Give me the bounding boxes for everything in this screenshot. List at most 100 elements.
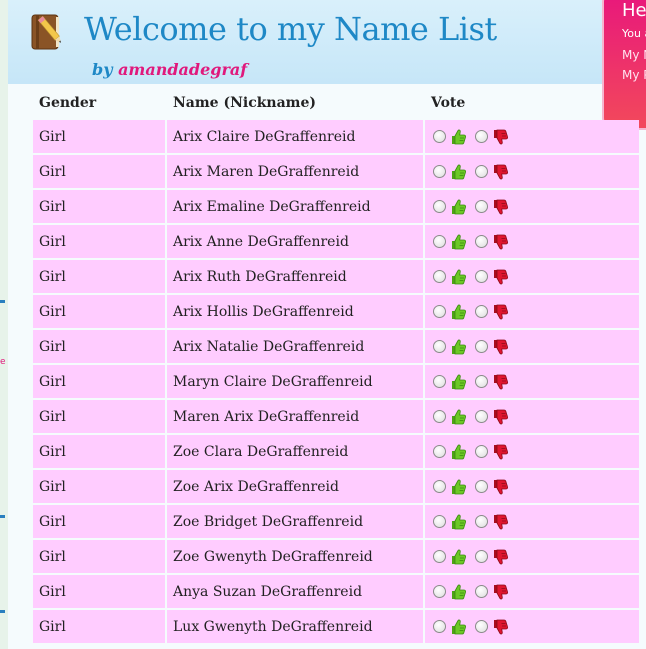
vote-up-radio[interactable] (433, 305, 446, 318)
thumbs-up-icon (449, 548, 467, 566)
thumbs-down-icon (491, 303, 509, 321)
table-row: Girl Arix Hollis DeGraffenreid (33, 295, 639, 328)
byline-prefix: by (92, 60, 113, 79)
thumbs-down-icon (491, 478, 509, 496)
table-row: Girl Arix Claire DeGraffenreid (33, 120, 639, 153)
thumbs-up-icon (449, 163, 467, 181)
vote-up-radio[interactable] (433, 130, 446, 143)
left-edge-mark (0, 515, 5, 518)
vote-down-radio[interactable] (475, 480, 488, 493)
vote-cell (425, 575, 639, 608)
thumbs-up-icon (449, 233, 467, 251)
thumbs-up-icon (449, 338, 467, 356)
vote-down-radio[interactable] (475, 305, 488, 318)
vote-up-radio[interactable] (433, 340, 446, 353)
vote-up-radio[interactable] (433, 165, 446, 178)
vote-up-radio[interactable] (433, 410, 446, 423)
gender-cell: Girl (33, 610, 165, 643)
gender-cell: Girl (33, 470, 165, 503)
name-list-table: Gender Name (Nickname) Vote Girl Arix Cla… (31, 86, 641, 645)
vote-down-radio[interactable] (475, 515, 488, 528)
vote-down-radio[interactable] (475, 130, 488, 143)
gender-cell: Girl (33, 365, 165, 398)
name-cell: Arix Emaline DeGraffenreid (167, 190, 423, 223)
column-header-name: Name (Nickname) (173, 95, 317, 111)
gender-cell: Girl (33, 330, 165, 363)
gender-cell: Girl (33, 400, 165, 433)
vote-cell (425, 505, 639, 538)
vote-cell (425, 190, 639, 223)
thumbs-up-icon (449, 443, 467, 461)
table-row: Girl Zoe Arix DeGraffenreid (33, 470, 639, 503)
vote-down-radio[interactable] (475, 585, 488, 598)
vote-up-radio[interactable] (433, 480, 446, 493)
gender-cell: Girl (33, 155, 165, 188)
name-cell: Zoe Clara DeGraffenreid (167, 435, 423, 468)
thumbs-up-icon (449, 408, 467, 426)
vote-down-radio[interactable] (475, 620, 488, 633)
table-row: Girl Zoe Gwenyth DeGraffenreid (33, 540, 639, 573)
name-cell: Maryn Claire DeGraffenreid (167, 365, 423, 398)
vote-cell (425, 435, 639, 468)
name-cell: Lux Gwenyth DeGraffenreid (167, 610, 423, 643)
thumbs-up-icon (449, 128, 467, 146)
page-title: Welcome to my Name List (84, 10, 497, 48)
vote-up-radio[interactable] (433, 515, 446, 528)
book-pencil-icon (31, 14, 61, 50)
vote-cell (425, 470, 639, 503)
vote-cell (425, 295, 639, 328)
name-cell: Anya Suzan DeGraffenreid (167, 575, 423, 608)
thumbs-down-icon (491, 338, 509, 356)
vote-up-radio[interactable] (433, 200, 446, 213)
name-cell: Zoe Bridget DeGraffenreid (167, 505, 423, 538)
author-name[interactable]: amandadegraf (118, 60, 247, 79)
vote-up-radio[interactable] (433, 585, 446, 598)
vote-down-radio[interactable] (475, 165, 488, 178)
thumbs-down-icon (491, 163, 509, 181)
vote-cell (425, 610, 639, 643)
vote-down-radio[interactable] (475, 200, 488, 213)
page-left-edge (0, 0, 8, 649)
popup-link-my-names[interactable]: My Na (622, 48, 646, 62)
vote-up-radio[interactable] (433, 550, 446, 563)
column-header-gender: Gender (39, 95, 97, 111)
vote-down-radio[interactable] (475, 410, 488, 423)
gender-cell: Girl (33, 295, 165, 328)
vote-cell (425, 540, 639, 573)
gender-cell: Girl (33, 260, 165, 293)
thumbs-up-icon (449, 478, 467, 496)
thumbs-down-icon (491, 548, 509, 566)
table-row: Girl Arix Ruth DeGraffenreid (33, 260, 639, 293)
thumbs-up-icon (449, 373, 467, 391)
name-cell: Zoe Gwenyth DeGraffenreid (167, 540, 423, 573)
vote-up-radio[interactable] (433, 620, 446, 633)
vote-up-radio[interactable] (433, 270, 446, 283)
table-row: Girl Zoe Clara DeGraffenreid (33, 435, 639, 468)
gender-cell: Girl (33, 225, 165, 258)
name-cell: Maren Arix DeGraffenreid (167, 400, 423, 433)
vote-down-radio[interactable] (475, 235, 488, 248)
left-edge-fragment: e (0, 357, 6, 367)
vote-down-radio[interactable] (475, 445, 488, 458)
vote-up-radio[interactable] (433, 445, 446, 458)
vote-down-radio[interactable] (475, 270, 488, 283)
vote-cell (425, 365, 639, 398)
thumbs-down-icon (491, 198, 509, 216)
popup-link-my-profile[interactable]: My Pr (622, 68, 646, 82)
thumbs-down-icon (491, 268, 509, 286)
table-row: Girl Lux Gwenyth DeGraffenreid (33, 610, 639, 643)
thumbs-up-icon (449, 198, 467, 216)
gender-cell: Girl (33, 540, 165, 573)
table-row: Girl Maryn Claire DeGraffenreid (33, 365, 639, 398)
thumbs-up-icon (449, 268, 467, 286)
vote-up-radio[interactable] (433, 375, 446, 388)
vote-down-radio[interactable] (475, 375, 488, 388)
gender-cell: Girl (33, 435, 165, 468)
name-cell: Arix Claire DeGraffenreid (167, 120, 423, 153)
vote-down-radio[interactable] (475, 340, 488, 353)
table-row: Girl Arix Anne DeGraffenreid (33, 225, 639, 258)
thumbs-up-icon (449, 303, 467, 321)
vote-up-radio[interactable] (433, 235, 446, 248)
table-row: Girl Maren Arix DeGraffenreid (33, 400, 639, 433)
vote-down-radio[interactable] (475, 550, 488, 563)
